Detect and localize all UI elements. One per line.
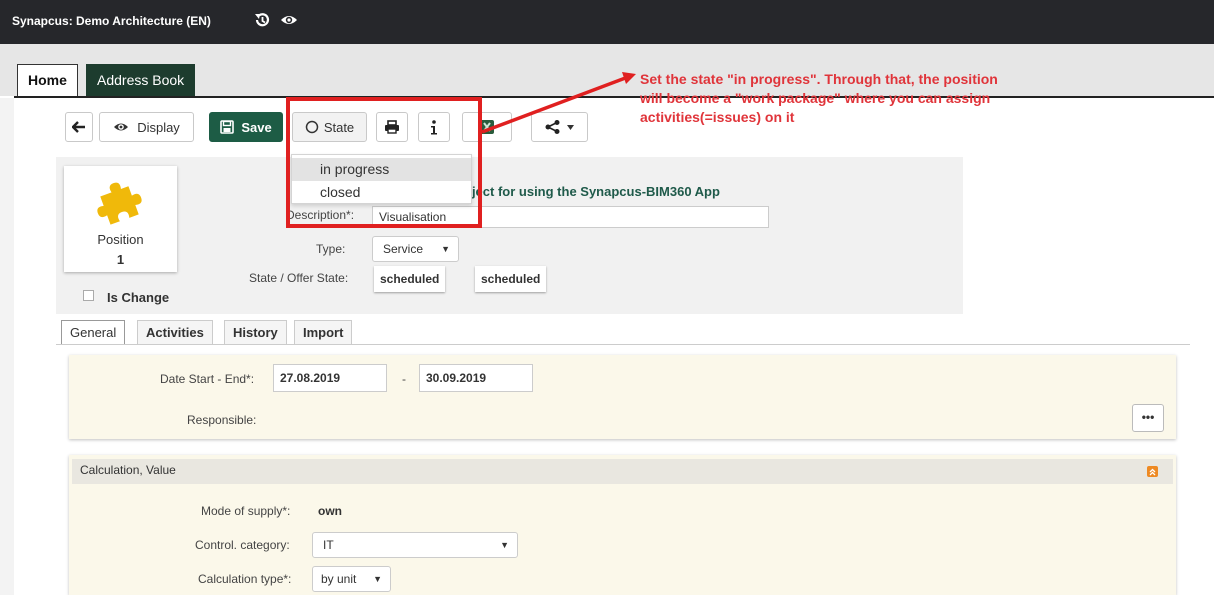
calculation-type-select[interactable]: by unit ▼: [312, 566, 391, 592]
annotation-text: Set the state "in progress". Through tha…: [640, 70, 1160, 127]
project-name: project for using the Synapcus-BIM360 Ap…: [451, 184, 720, 199]
tab-general[interactable]: General: [61, 320, 126, 344]
responsible-label: Responsible:: [187, 413, 257, 427]
eye-icon: [114, 123, 129, 131]
is-change-label: Is Change: [107, 290, 170, 305]
tab-home[interactable]: Home: [17, 64, 78, 96]
tab-activities[interactable]: Activities: [137, 320, 213, 344]
chevron-down-icon: ▼: [500, 540, 509, 550]
date-separator: -: [402, 372, 406, 386]
tab-import[interactable]: Import: [294, 320, 353, 344]
offer-state-badge: scheduled: [475, 266, 547, 292]
annotation-line: Set the state "in progress". Through tha…: [640, 71, 998, 87]
control-category-value: IT: [323, 538, 334, 552]
state-badge: scheduled: [374, 266, 446, 292]
share-icon: [545, 120, 560, 134]
share-button[interactable]: [531, 112, 588, 142]
type-select[interactable]: Service ▼: [372, 236, 459, 262]
chevron-down-icon: ▼: [441, 244, 450, 254]
type-label: Type:: [316, 242, 346, 256]
save-label: Save: [241, 119, 272, 135]
mode-of-supply-value: own: [318, 504, 342, 518]
calculation-header: [72, 459, 1173, 484]
floppy-disk-icon: [220, 120, 235, 134]
display-button[interactable]: Display: [99, 112, 194, 142]
save-button[interactable]: Save: [209, 112, 283, 142]
history-icon[interactable]: [254, 11, 270, 32]
annotation-line: will become a "work package" where you c…: [640, 90, 991, 106]
calculation-type-value: by unit: [321, 572, 357, 586]
date-range-label: Date Start - End*:: [160, 372, 255, 386]
puzzle-icon: [97, 182, 142, 225]
back-button[interactable]: [65, 112, 93, 142]
calculation-title: Calculation, Value: [80, 463, 176, 477]
tab-address-book[interactable]: Address Book: [86, 64, 196, 96]
chevron-down-icon: ▼: [373, 574, 382, 584]
highlight-box: [286, 97, 482, 228]
mode-of-supply-label: Mode of supply*:: [201, 504, 291, 518]
control-category-select[interactable]: IT ▼: [312, 532, 518, 558]
caret-down-icon: [567, 124, 574, 130]
tab-history[interactable]: History: [224, 320, 287, 344]
left-gutter: [0, 98, 14, 595]
state-offer-label: State / Offer State:: [249, 271, 349, 285]
eye-icon[interactable]: [280, 13, 298, 30]
annotation-line: activities(=issues) on it: [640, 109, 795, 125]
control-category-label: Control. category:: [195, 538, 290, 552]
collapse-toggle-icon[interactable]: [1147, 466, 1158, 477]
date-start-input[interactable]: 27.08.2019: [273, 364, 387, 392]
is-change-checkbox[interactable]: [83, 290, 94, 301]
position-number: 1: [116, 252, 125, 267]
calculation-type-label: Calculation type*:: [198, 572, 292, 586]
subtab-divider: [56, 344, 1190, 345]
display-label: Display: [137, 119, 180, 135]
app-title: Synapcus: Demo Architecture (EN): [12, 14, 211, 28]
type-value: Service: [383, 242, 424, 256]
date-end-input[interactable]: 30.09.2019: [419, 364, 533, 392]
position-card: Position 1: [64, 166, 177, 272]
position-label: Position: [97, 232, 144, 247]
responsible-picker-button[interactable]: •••: [1132, 404, 1164, 432]
arrow-left-icon: [72, 121, 85, 133]
